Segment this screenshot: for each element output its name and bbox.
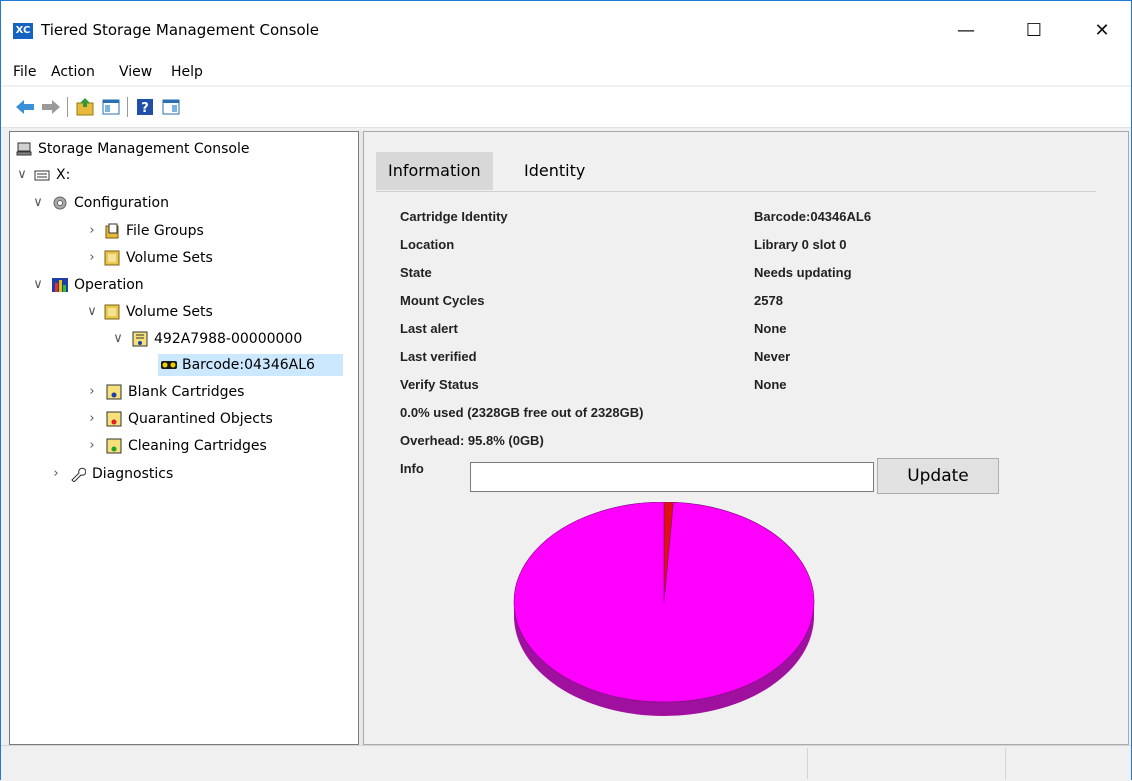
menu-action[interactable]: Action xyxy=(51,64,95,80)
file-groups-icon xyxy=(105,223,119,239)
cartridge-set-icon xyxy=(132,331,148,347)
expander-icon[interactable]: ∨ xyxy=(86,301,98,323)
tree-label: 492A7988-00000000 xyxy=(154,331,303,347)
expander-icon[interactable]: › xyxy=(86,408,98,430)
info-value: 2578 xyxy=(754,293,783,308)
forward-arrow-icon[interactable] xyxy=(41,97,61,117)
info-value: None xyxy=(754,321,787,336)
info-label: Last alert xyxy=(400,321,458,336)
window-title: Tiered Storage Management Console xyxy=(41,21,320,39)
cleaning-cartridges-icon xyxy=(106,438,122,454)
toolbar-separator xyxy=(127,97,128,117)
expander-icon[interactable]: ∨ xyxy=(112,328,124,350)
menu-bar: File Action View Help xyxy=(1,61,1131,85)
title-bar: XC Tiered Storage Management Console — ☐… xyxy=(1,1,1131,61)
tab-divider xyxy=(376,191,1096,192)
tree-label: Operation xyxy=(74,277,144,293)
minimize-button[interactable]: — xyxy=(943,15,989,47)
status-divider xyxy=(807,748,808,779)
expander-icon[interactable]: ∨ xyxy=(16,164,28,186)
toolbar-separator xyxy=(67,97,68,117)
navigation-tree: Storage Management Console ∨ X: ∨ Config… xyxy=(9,131,359,745)
volume-sets-icon xyxy=(104,250,120,266)
svg-text:?: ? xyxy=(141,101,149,116)
volume-sets-icon xyxy=(104,304,120,320)
info-value: None xyxy=(754,377,787,392)
info-value: Never xyxy=(754,349,791,364)
expander-icon[interactable]: ∨ xyxy=(32,274,44,296)
tree-label: Barcode:04346AL6 xyxy=(182,357,315,373)
info-label: Location xyxy=(400,237,455,252)
overhead-text: Overhead: 95.8% (0GB) xyxy=(400,433,544,448)
expander-icon[interactable]: › xyxy=(50,463,62,485)
quarantined-objects-icon xyxy=(106,411,122,427)
tree-item-barcode[interactable]: Barcode:04346AL6 xyxy=(158,354,343,376)
info-value: Barcode:04346AL6 xyxy=(754,209,872,224)
expander-icon[interactable]: › xyxy=(86,435,98,457)
update-button[interactable]: Update xyxy=(877,458,999,494)
details-pane: Information Identity Cartridge Identity … xyxy=(363,131,1129,745)
info-value: Library 0 slot 0 xyxy=(754,237,847,252)
tree-label: Volume Sets xyxy=(126,304,213,320)
usage-pie-chart xyxy=(513,502,815,716)
pie-slice xyxy=(513,502,815,703)
tape-cartridge-icon xyxy=(161,361,177,369)
menu-view[interactable]: View xyxy=(119,64,152,80)
main-window: XC Tiered Storage Management Console — ☐… xyxy=(0,0,1132,781)
maximize-button[interactable]: ☐ xyxy=(1011,15,1057,47)
help-icon[interactable]: ? xyxy=(135,97,155,117)
menu-help[interactable]: Help xyxy=(171,64,203,80)
toolbar: ? xyxy=(1,87,1131,128)
info-label: Verify Status xyxy=(400,377,479,392)
info-label: Mount Cycles xyxy=(400,293,485,308)
close-button[interactable]: ✕ xyxy=(1079,15,1125,47)
expander-icon[interactable]: › xyxy=(86,381,98,403)
tab-information[interactable]: Information xyxy=(376,152,493,190)
tab-identity[interactable]: Identity xyxy=(512,152,597,190)
expander-icon[interactable]: › xyxy=(86,247,98,269)
app-icon: XC xyxy=(13,23,33,39)
menu-file[interactable]: File xyxy=(13,64,36,80)
back-arrow-icon[interactable] xyxy=(15,97,35,117)
tree-label: Configuration xyxy=(74,195,169,211)
info-label: State xyxy=(400,265,432,280)
gear-icon xyxy=(53,196,67,210)
tree-label: File Groups xyxy=(126,223,204,239)
usage-text: 0.0% used (2328GB free out of 2328GB) xyxy=(400,405,644,420)
tree-label: X: xyxy=(56,167,71,183)
tree-label: Cleaning Cartridges xyxy=(128,438,267,454)
tree-label: Volume Sets xyxy=(126,250,213,266)
info-label: Cartridge Identity xyxy=(400,209,508,224)
status-divider xyxy=(1005,748,1006,779)
info-label: Last verified xyxy=(400,349,477,364)
expander-icon[interactable]: ∨ xyxy=(32,192,44,214)
info-value: Needs updating xyxy=(754,265,852,280)
tree-label: Storage Management Console xyxy=(38,141,250,157)
computer-icon xyxy=(16,142,32,156)
info-input[interactable] xyxy=(470,462,874,492)
blank-cartridges-icon xyxy=(106,384,122,400)
operation-icon xyxy=(52,278,68,292)
drive-icon xyxy=(34,170,50,181)
wrench-icon xyxy=(71,467,86,482)
status-bar xyxy=(1,745,1131,781)
info-field-label: Info xyxy=(400,461,424,476)
expander-icon[interactable]: › xyxy=(86,220,98,242)
tree-label: Quarantined Objects xyxy=(128,411,273,427)
tree-label: Blank Cartridges xyxy=(128,384,245,400)
action-pane-icon[interactable] xyxy=(161,97,181,117)
folder-up-icon[interactable] xyxy=(75,97,95,117)
show-hide-tree-icon[interactable] xyxy=(101,97,121,117)
tree-label: Diagnostics xyxy=(92,466,174,482)
